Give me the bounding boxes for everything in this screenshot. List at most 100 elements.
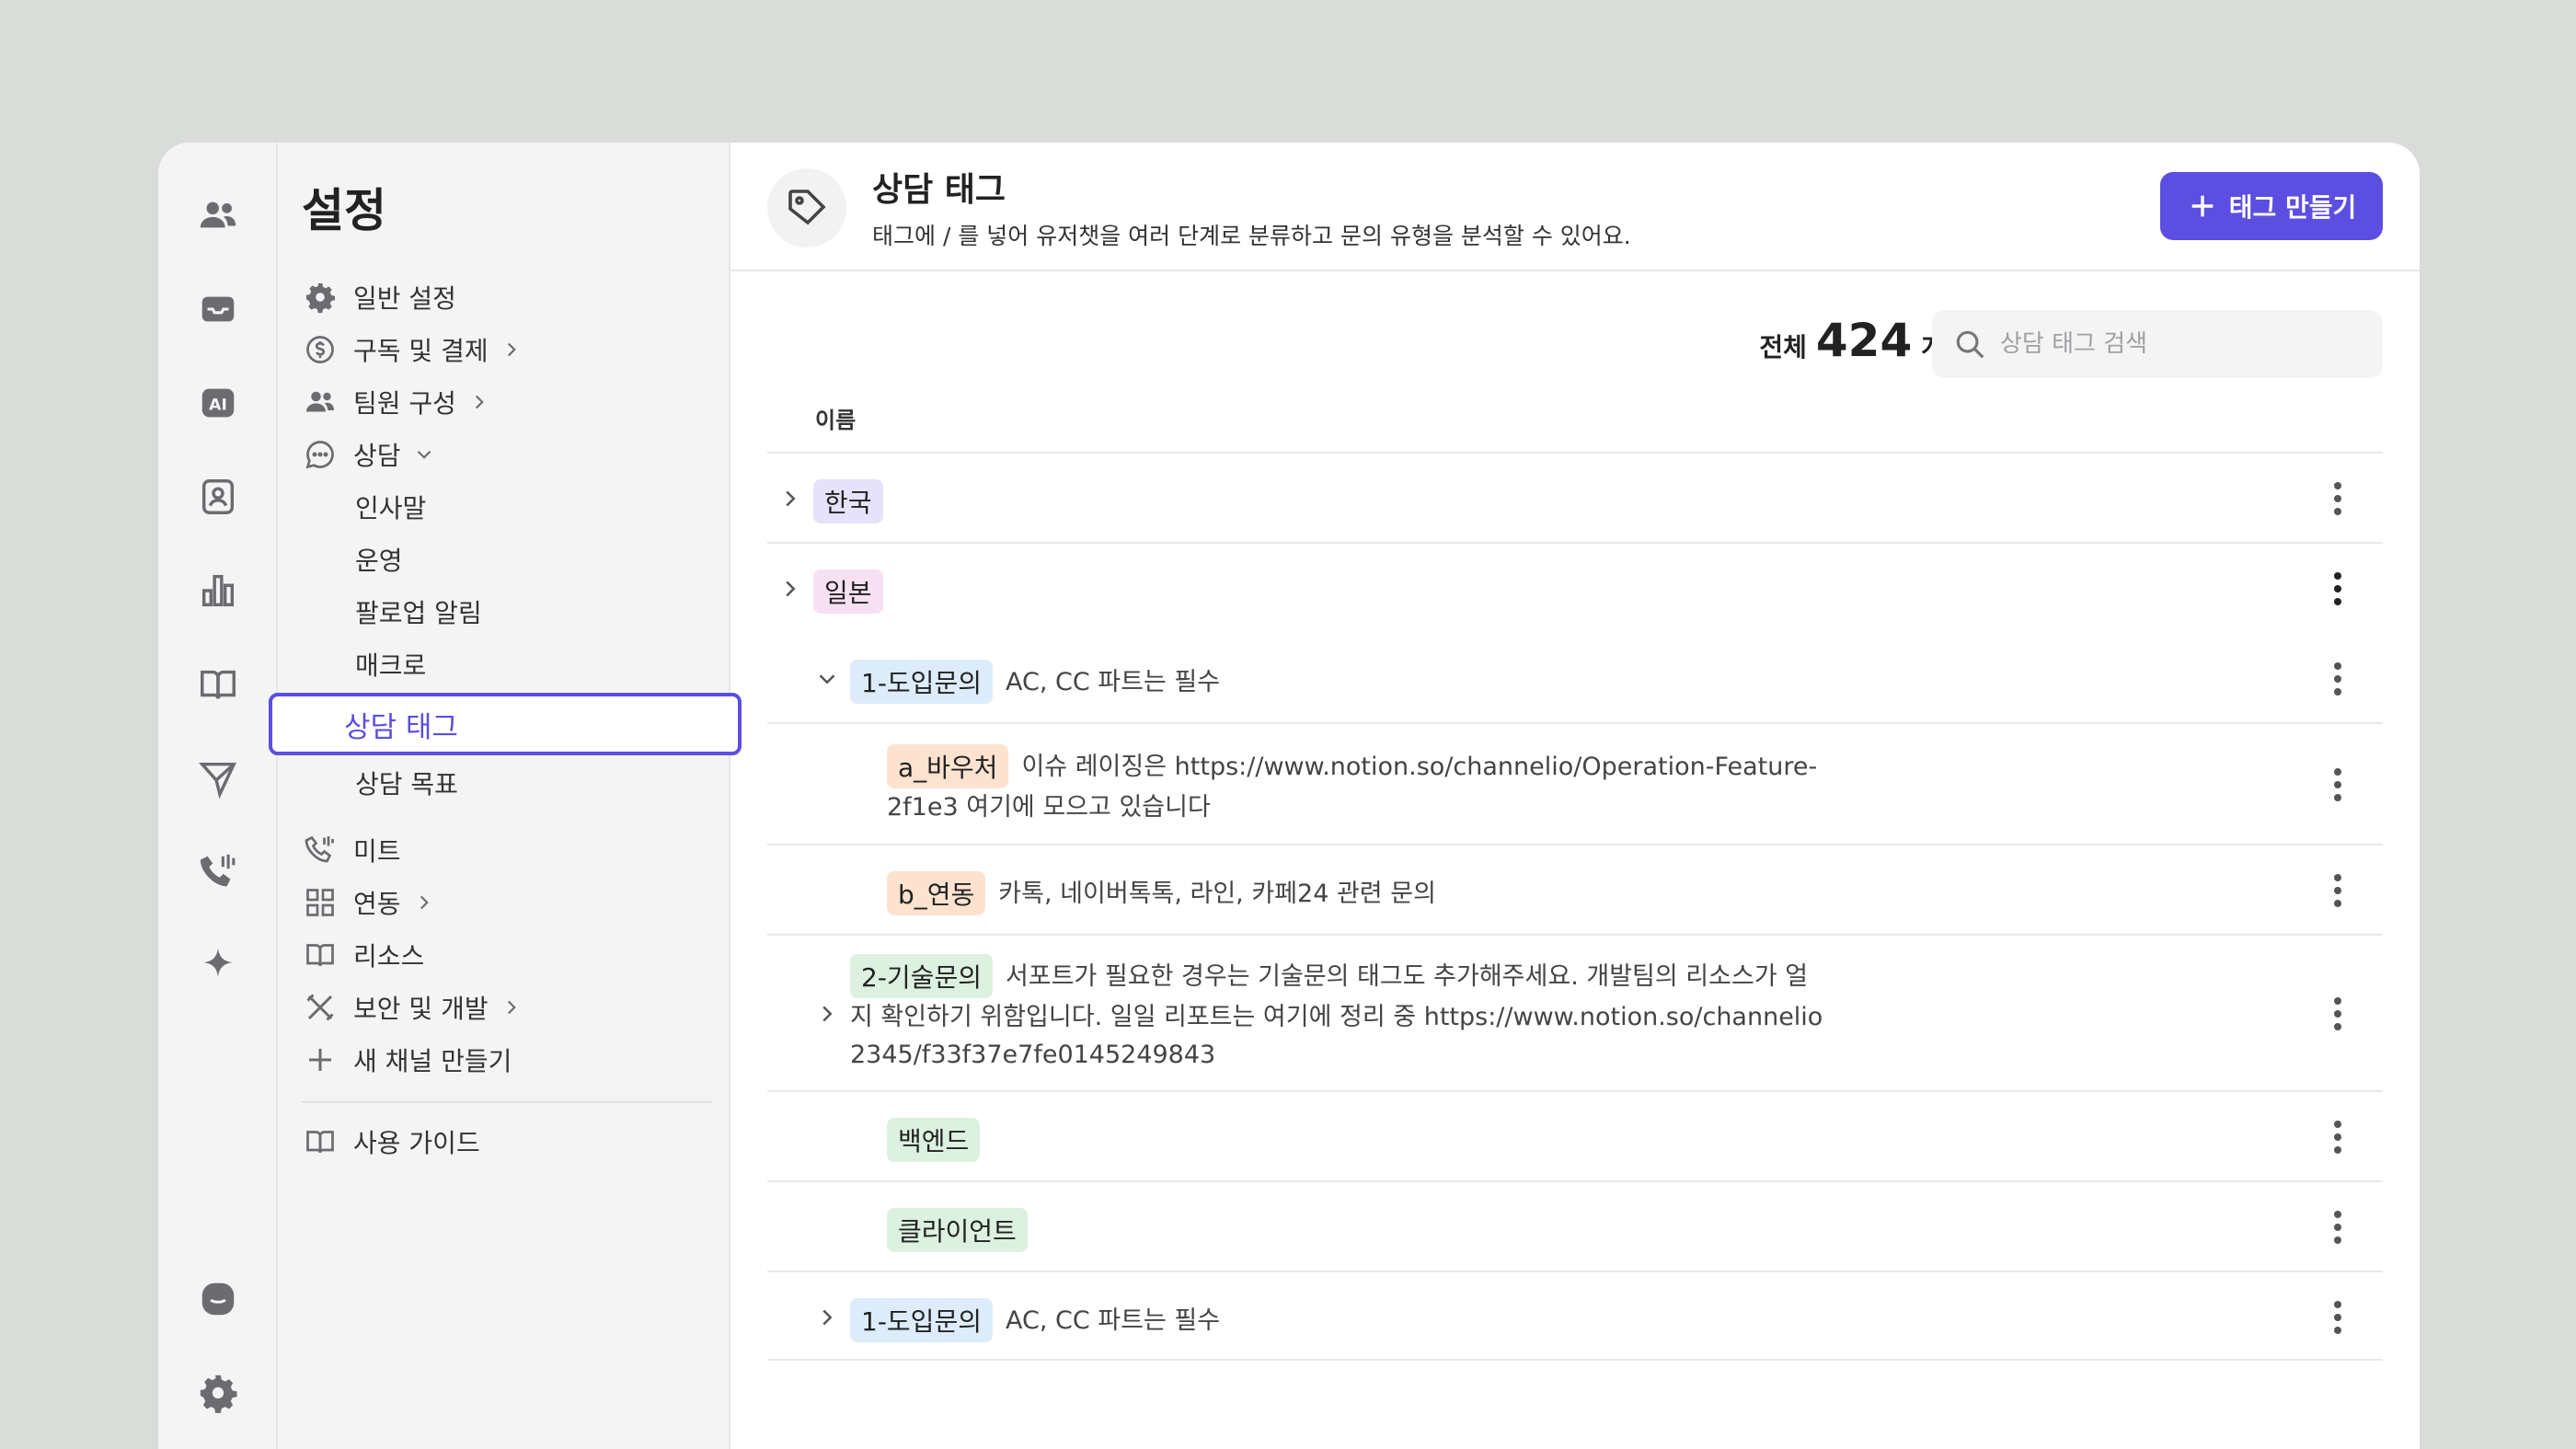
more-icon[interactable] — [2329, 766, 2346, 803]
tag-label: 일본 — [813, 569, 883, 614]
more-icon[interactable] — [2329, 995, 2346, 1032]
chat-dots-icon — [302, 436, 339, 473]
inbox-icon[interactable] — [191, 282, 245, 336]
table-row[interactable]: 2-기술문의 서포트가 필요한 경우는 기술문의 태그도 추가해주세요. 개발팀… — [767, 934, 2383, 1090]
column-header-name: 이름 — [815, 408, 857, 433]
book-icon[interactable] — [191, 658, 245, 711]
table-row[interactable]: 한국 — [767, 452, 2383, 542]
chevron-right-icon[interactable] — [776, 575, 804, 603]
gear-icon[interactable] — [191, 1366, 245, 1420]
chevron-down-icon[interactable] — [813, 665, 841, 693]
sidebar-item-consult[interactable]: 상담 — [302, 431, 436, 478]
tag-description: AC, CC 파트는 필수 — [1005, 1305, 1221, 1335]
gear-icon — [302, 279, 339, 316]
sidebar-item-label: 사용 가이드 — [353, 1128, 480, 1158]
chat-bubble-icon[interactable] — [191, 1272, 245, 1326]
table-row[interactable]: 클라이언트 — [767, 1180, 2383, 1271]
book-icon — [302, 1123, 339, 1160]
sidebar-title: 설정 — [302, 184, 386, 237]
sidebar-subitem-operation[interactable]: 운영 — [355, 535, 403, 583]
sidebar-subitem-goals[interactable]: 상담 목표 — [355, 759, 458, 807]
table-row[interactable]: 1-도입문의 AC, CC 파트는 필수 — [767, 1271, 2383, 1361]
table-row[interactable]: 백엔드 — [767, 1090, 2383, 1180]
sidebar-item-label: 미트 — [353, 836, 401, 867]
tag-label: a_바우처 — [887, 744, 1009, 788]
tag-table: 한국 일본 1-도입문의 AC, CC 파트는 필수 a_바우처 이슈 레이징은… — [767, 452, 2383, 1361]
tag-description: 이슈 레이징은 https://www.notion.so/channelio/… — [1021, 752, 1818, 781]
table-row[interactable]: b_연동 카톡, 네이버톡톡, 라인, 카페24 관련 문의 — [767, 844, 2383, 934]
search-box[interactable] — [1932, 310, 2383, 378]
sidebar-item-label: 연동 — [353, 889, 401, 919]
chevron-right-icon[interactable] — [813, 1000, 841, 1028]
ai-icon[interactable]: AI — [191, 376, 245, 430]
sidebar-item-label: 상담 — [353, 441, 401, 471]
sidebar-item-label: 일반 설정 — [353, 283, 456, 314]
tag-label: 1-도입문의 — [850, 660, 993, 704]
total-label: 전체 — [1759, 332, 1807, 362]
sidebar-subitem-tags[interactable]: 상담 태그 — [269, 693, 742, 755]
sidebar-item-label: 새 채널 만들기 — [353, 1046, 512, 1076]
settings-sidebar: 설정 일반 설정 구독 및 결제 팀원 구성 상담 인사말 운영 팔로업 알림 … — [269, 143, 742, 1449]
sidebar-item-security[interactable]: 보안 및 개발 — [302, 983, 523, 1031]
send-icon[interactable] — [191, 752, 245, 805]
page-description: 태그에 / 를 넣어 유저챗을 여러 단계로 분류하고 문의 유형을 분석할 수… — [872, 223, 1631, 249]
contacts-icon[interactable] — [191, 470, 245, 523]
table-row[interactable]: a_바우처 이슈 레이징은 https://www.notion.so/chan… — [767, 722, 2383, 844]
create-tag-button[interactable]: 태그 만들기 — [2160, 172, 2383, 240]
chevron-right-icon — [507, 1000, 516, 1015]
table-row[interactable]: 1-도입문의 AC, CC 파트는 필수 — [767, 632, 2383, 722]
chevron-down-icon — [417, 450, 431, 459]
phone-icon[interactable] — [191, 845, 245, 899]
tag-count: 전체 424 개 — [1759, 314, 1945, 367]
sidebar-item-label: 팀원 구성 — [353, 388, 456, 419]
sidebar-item-integration[interactable]: 연동 — [302, 879, 436, 926]
grid-icon — [302, 884, 339, 921]
sidebar-subitem-followup[interactable]: 팔로업 알림 — [355, 588, 482, 636]
sidebar-item-label: 구독 및 결제 — [353, 336, 489, 366]
icon-rail: AI — [158, 143, 278, 1449]
plus-icon — [2191, 195, 2214, 217]
chart-icon[interactable] — [191, 564, 245, 617]
total-count: 424 — [1815, 314, 1913, 367]
tag-label: 1-도입문의 — [850, 1298, 993, 1342]
sidebar-item-label: 리소스 — [353, 941, 425, 972]
page-header: 상담 태그 태그에 / 를 넣어 유저챗을 여러 단계로 분류하고 문의 유형을… — [730, 143, 2420, 271]
tag-label: b_연동 — [887, 871, 986, 915]
more-icon[interactable] — [2329, 570, 2346, 607]
chevron-right-icon — [420, 895, 429, 910]
tag-label: 클라이언트 — [887, 1208, 1028, 1252]
sidebar-subitem-greeting[interactable]: 인사말 — [355, 483, 426, 531]
sparkle-icon[interactable] — [191, 939, 245, 993]
tag-description: 지 확인하기 위함입니다. 일일 리포트는 여기에 정리 중 https://w… — [850, 1003, 1823, 1031]
sidebar-item-guide[interactable]: 사용 가이드 — [302, 1118, 480, 1166]
app-window: AI 설정 일반 설정 구독 및 결제 팀원 구성 상담 인사말 운영 팔로업 … — [158, 143, 2420, 1449]
chevron-right-icon[interactable] — [813, 1304, 841, 1331]
more-icon[interactable] — [2329, 480, 2346, 517]
sidebar-item-team[interactable]: 팀원 구성 — [302, 378, 491, 426]
more-icon[interactable] — [2329, 1299, 2346, 1336]
page-title: 상담 태그 — [872, 171, 1006, 209]
sidebar-item-resources[interactable]: 리소스 — [302, 931, 424, 979]
chevron-right-icon[interactable] — [776, 485, 804, 512]
chevron-right-icon — [475, 395, 484, 409]
search-icon — [1956, 330, 1984, 359]
svg-text:AI: AI — [209, 397, 227, 415]
tag-label: 2-기술문의 — [850, 954, 993, 998]
tools-icon — [302, 989, 339, 1026]
sidebar-subitem-macro[interactable]: 매크로 — [355, 640, 426, 688]
sidebar-item-general[interactable]: 일반 설정 — [302, 273, 456, 321]
chevron-right-icon — [507, 342, 516, 357]
table-row[interactable]: 일본 — [767, 542, 2383, 632]
book-icon — [302, 937, 339, 973]
more-icon[interactable] — [2329, 1119, 2346, 1156]
more-icon[interactable] — [2329, 661, 2346, 697]
more-icon[interactable] — [2329, 872, 2346, 909]
search-input[interactable] — [2000, 330, 2350, 358]
create-tag-label: 태그 만들기 — [2228, 192, 2357, 223]
sidebar-item-label: 보안 및 개발 — [353, 994, 489, 1024]
sidebar-item-new-channel[interactable]: 새 채널 만들기 — [302, 1036, 512, 1084]
more-icon[interactable] — [2329, 1209, 2346, 1246]
sidebar-item-meet[interactable]: 미트 — [302, 826, 401, 874]
people-icon[interactable] — [191, 189, 245, 242]
sidebar-item-billing[interactable]: 구독 및 결제 — [302, 326, 523, 374]
